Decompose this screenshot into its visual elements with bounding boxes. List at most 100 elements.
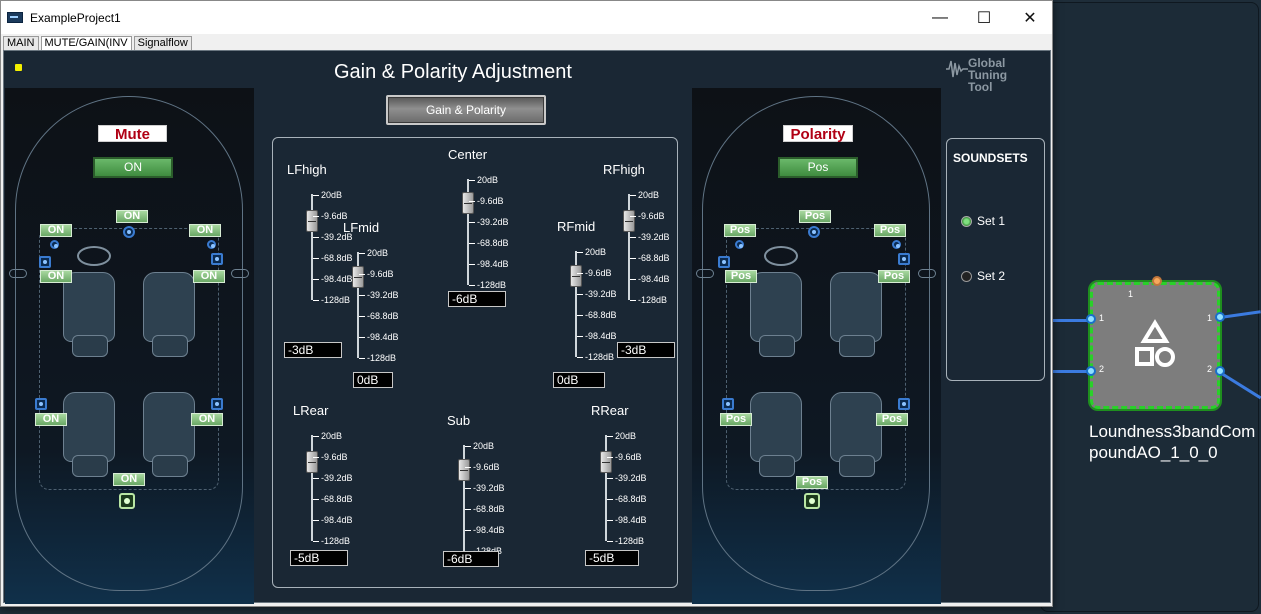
fader-lrear-tick: -128dB: [313, 536, 350, 546]
mute-front-left-tweeter-toggle[interactable]: ON: [40, 224, 72, 237]
fader-lfhigh-value[interactable]: -3dB: [284, 342, 342, 358]
polarity-front-right-mid-toggle[interactable]: Pos: [878, 270, 910, 283]
mute-car-panel: Mute ON ON ON ON ON ON ON ON ON: [5, 88, 254, 604]
seat-rear-right: [830, 392, 882, 477]
polarity-rear-left-toggle[interactable]: Pos: [720, 413, 752, 426]
fader-lfmid-tick: -98.4dB: [359, 332, 399, 342]
seat-rear-right: [143, 392, 195, 477]
waveform-icon: [946, 60, 968, 78]
polarity-center-toggle[interactable]: Pos: [799, 210, 831, 223]
steering-wheel: [764, 246, 798, 266]
mute-sub-toggle[interactable]: ON: [113, 473, 145, 486]
fader-rfhigh: RFhigh 20dB -9.6dB -39.2dB -68.8dB -98.4dB -12…: [603, 162, 713, 362]
mute-front-left-mid-toggle[interactable]: ON: [40, 270, 72, 283]
fader-lrear-tick: -98.4dB: [313, 515, 353, 525]
speaker-fr-tweeter-icon: [892, 240, 901, 249]
fader-rfhigh-tick: -98.4dB: [630, 274, 670, 284]
mute-header: Mute: [98, 125, 167, 143]
tab-strip: MAIN MUTE/GAIN(INV Signalflow: [3, 36, 194, 50]
speaker-rear-left-icon: [35, 398, 47, 410]
speaker-fr-mid-icon: [211, 253, 223, 265]
fader-center-label: Center: [448, 147, 488, 162]
fader-rfmid-tick: 20dB: [577, 247, 606, 257]
title-bar[interactable]: ExampleProject1 — ☐ ✕: [1, 1, 1052, 34]
shapes-icon: [1135, 319, 1175, 367]
steering-wheel: [77, 246, 111, 266]
speaker-fr-tweeter-icon: [207, 240, 216, 249]
fader-lrear-tick: 20dB: [313, 431, 342, 441]
block-top-port[interactable]: [1152, 276, 1162, 286]
speaker-fl-mid-icon: [718, 256, 730, 268]
speaker-rear-right-icon: [898, 398, 910, 410]
fader-rfhigh-tick: -68.8dB: [630, 253, 670, 263]
speaker-fl-tweeter-icon: [50, 240, 59, 249]
fader-center-tick: -39.2dB: [469, 217, 509, 227]
speaker-fr-mid-icon: [898, 253, 910, 265]
mute-front-right-tweeter-toggle[interactable]: ON: [189, 224, 221, 237]
speaker-fl-tweeter-icon: [735, 240, 744, 249]
fader-rfhigh-value[interactable]: -3dB: [617, 342, 675, 358]
polarity-sub-toggle[interactable]: Pos: [796, 476, 828, 489]
fader-rrear-tick: -98.4dB: [607, 515, 647, 525]
right-mirror: [231, 269, 249, 278]
polarity-master-button[interactable]: Pos: [778, 157, 858, 178]
polarity-car-panel: Polarity Pos Pos Pos Pos Pos Pos Pos Pos…: [692, 88, 941, 604]
fader-lfmid-tick: -9.6dB: [359, 269, 394, 279]
fader-rrear-tick: -128dB: [607, 536, 644, 546]
block-input-port-2[interactable]: [1086, 366, 1096, 376]
loudness-block[interactable]: [1090, 282, 1220, 409]
speaker-sub-icon: [119, 493, 135, 509]
fader-lfhigh-label: LFhigh: [287, 162, 327, 177]
block-input-port-1[interactable]: [1086, 314, 1096, 324]
mute-front-right-mid-toggle[interactable]: ON: [193, 270, 225, 283]
fader-rfhigh-tick: -9.6dB: [630, 211, 665, 221]
soundsets-title: SOUNDSETS: [953, 151, 1028, 165]
fader-sub-value[interactable]: -6dB: [443, 551, 499, 567]
logo-line-3: Tool: [968, 80, 993, 94]
wire-in-1: [1052, 319, 1090, 322]
fader-rfmid-value[interactable]: 0dB: [553, 372, 605, 388]
mute-master-button[interactable]: ON: [93, 157, 173, 178]
block-output-port-1-label: 1: [1207, 313, 1213, 323]
fader-lfmid-tick: -128dB: [359, 353, 396, 363]
tab-main[interactable]: MAIN: [3, 36, 39, 50]
mute-center-toggle[interactable]: ON: [116, 210, 148, 223]
soundset-1-radio[interactable]: [961, 216, 972, 227]
tab-signalflow[interactable]: Signalflow: [133, 36, 192, 50]
close-button[interactable]: ✕: [1007, 1, 1053, 34]
polarity-front-left-tweeter-toggle[interactable]: Pos: [724, 224, 756, 237]
soundset-1-label[interactable]: Set 1: [977, 214, 1005, 228]
fader-center-tick: -68.8dB: [469, 238, 509, 248]
polarity-front-left-mid-toggle[interactable]: Pos: [725, 270, 757, 283]
seat-front-right: [143, 272, 195, 357]
block-input-port-2-label: 2: [1099, 364, 1105, 374]
block-top-port-label: 1: [1128, 289, 1134, 299]
page-title: Gain & Polarity Adjustment: [334, 61, 572, 83]
fader-rrear-value[interactable]: -5dB: [585, 550, 639, 566]
fader-rrear-tick: 20dB: [607, 431, 636, 441]
status-indicator: [15, 64, 22, 71]
fader-lrear-value[interactable]: -5dB: [290, 550, 348, 566]
fader-sub: Sub20dB-9.6dB-39.2dB-68.8dB-98.4dB-128dB…: [443, 413, 557, 613]
speaker-center-icon: [808, 226, 820, 238]
mute-rear-right-toggle[interactable]: ON: [191, 413, 223, 426]
soundset-2-label[interactable]: Set 2: [977, 269, 1005, 283]
soundset-2-radio[interactable]: [961, 271, 972, 282]
minimize-button[interactable]: —: [917, 1, 963, 34]
fader-center-value[interactable]: -6dB: [448, 291, 506, 307]
mute-rear-left-toggle[interactable]: ON: [35, 413, 67, 426]
tab-mute-gain[interactable]: MUTE/GAIN(INV: [40, 36, 132, 50]
polarity-front-right-tweeter-toggle[interactable]: Pos: [874, 224, 906, 237]
maximize-button[interactable]: ☐: [961, 1, 1007, 34]
block-output-port-1[interactable]: [1215, 312, 1225, 322]
fader-lfmid-value[interactable]: 0dB: [353, 372, 393, 388]
fader-rrear-tick: -68.8dB: [607, 494, 647, 504]
fader-sub-tick: -39.2dB: [465, 483, 505, 493]
window-title: ExampleProject1: [30, 10, 121, 25]
block-output-port-2[interactable]: [1215, 366, 1225, 376]
app-window: ExampleProject1 — ☐ ✕ MAIN MUTE/GAIN(INV…: [0, 0, 1053, 607]
fader-lrear-tick: -68.8dB: [313, 494, 353, 504]
polarity-rear-right-toggle[interactable]: Pos: [876, 413, 908, 426]
gain-polarity-button[interactable]: Gain & Polarity: [386, 95, 546, 125]
block-output-port-2-label: 2: [1207, 364, 1213, 374]
